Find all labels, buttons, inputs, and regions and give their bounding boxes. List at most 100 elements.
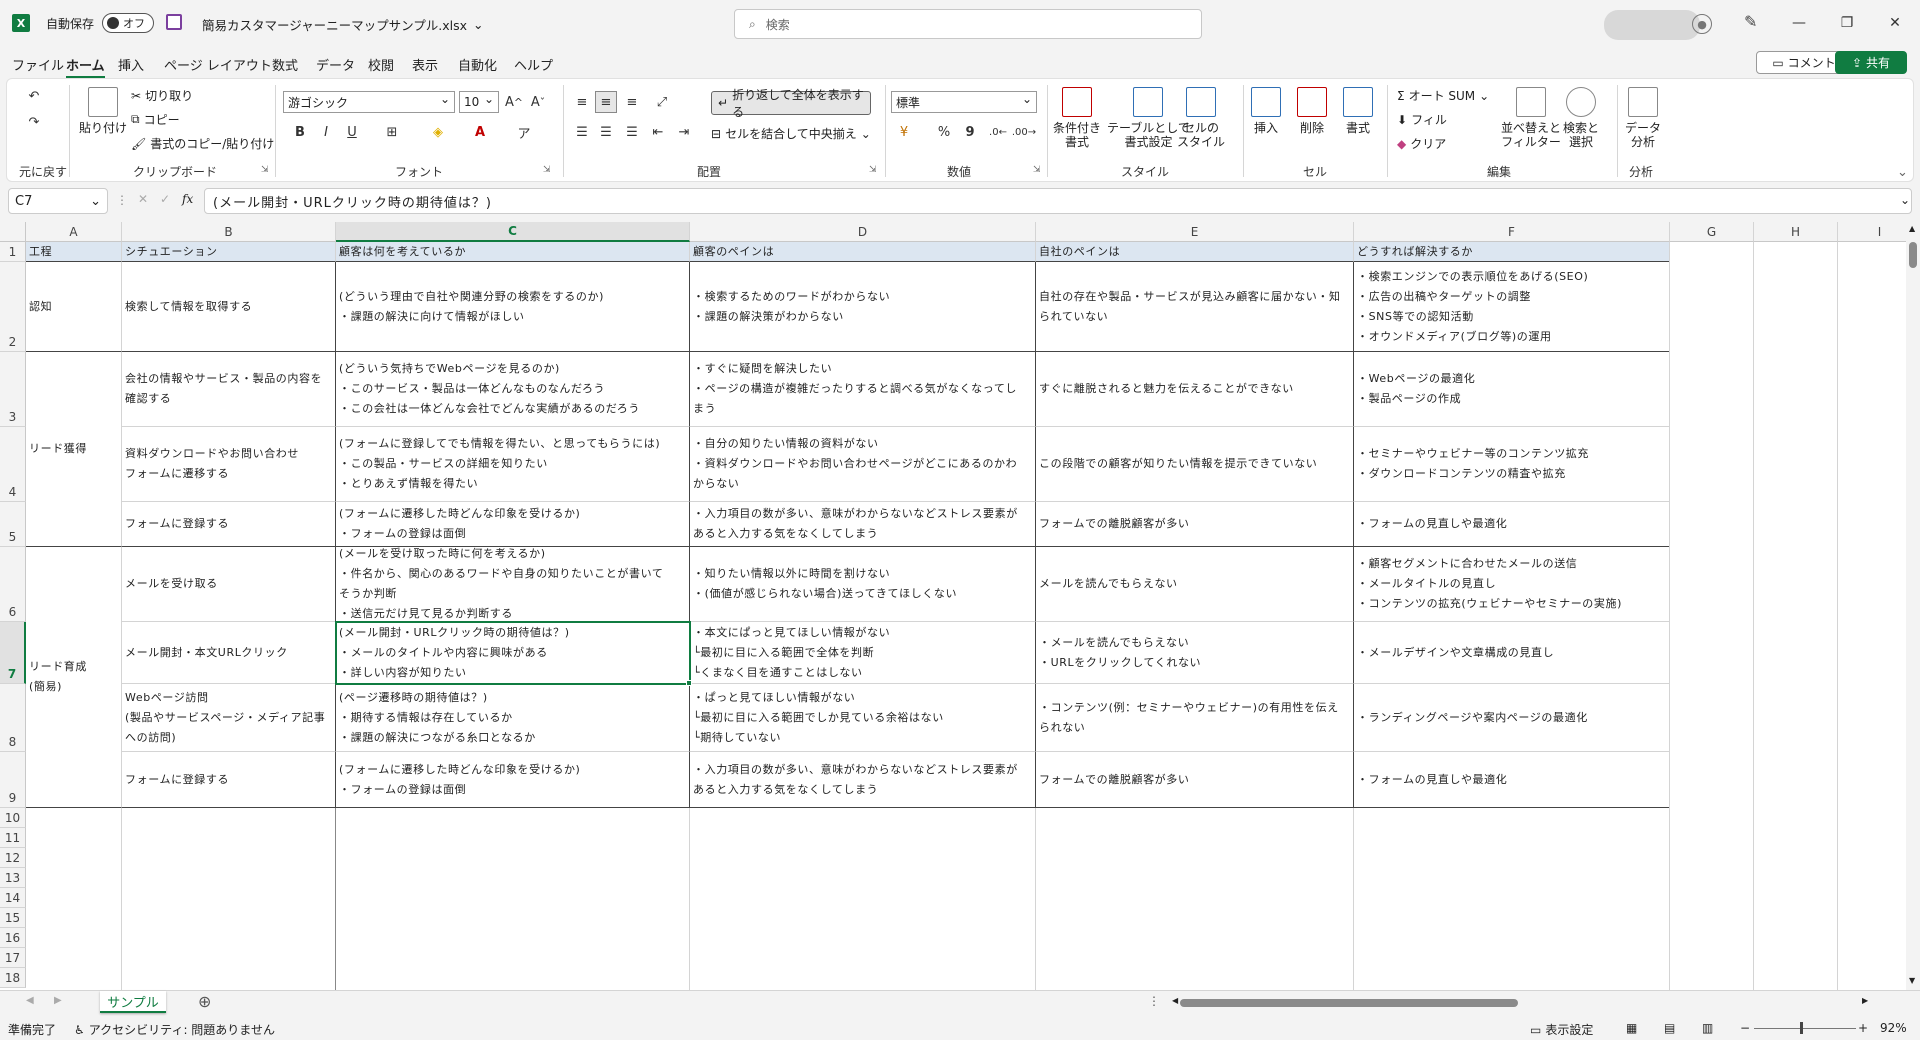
decrease-indent-icon[interactable]: ⇤ xyxy=(647,121,669,143)
row-header-7[interactable]: 7 xyxy=(0,622,26,684)
expand-formula-icon[interactable]: ⌄ xyxy=(1900,193,1910,207)
scroll-down-icon[interactable]: ▼ xyxy=(1909,976,1915,985)
menu-view[interactable]: 表示 xyxy=(412,55,438,74)
format-cells-button[interactable]: 書式 xyxy=(1343,87,1373,135)
stage-lead-nurturing[interactable]: リード育成 (簡易) xyxy=(26,547,122,808)
merge-center-button[interactable]: ⊟ セルを結合して中央揃え ⌄ xyxy=(711,125,871,142)
autosave-toggle[interactable]: オフ xyxy=(102,13,154,33)
decrease-decimal-icon[interactable]: .00→ xyxy=(1012,121,1036,143)
company-pain-cell[interactable]: すぐに離脱されると魅力を伝えることができない xyxy=(1036,352,1354,427)
font-name-select[interactable]: 游ゴシック xyxy=(283,91,455,113)
customer-thoughts-cell[interactable]: (どういう理由で自社や関連分野の検索をするのか) ・課題の解決に向けて情報がほし… xyxy=(336,262,690,352)
solution-cell[interactable]: ・顧客セグメントに合わせたメールの送信 ・メールタイトルの見直し ・コンテンツの… xyxy=(1354,547,1670,622)
increase-font-icon[interactable]: A ^ xyxy=(503,91,525,113)
redo-icon[interactable]: ↷ xyxy=(23,111,45,133)
company-pain-cell[interactable]: この段階での顧客が知りたい情報を提示できていない xyxy=(1036,427,1354,502)
scroll-up-icon[interactable]: ▲ xyxy=(1909,224,1915,233)
column-header-d[interactable]: D xyxy=(690,222,1036,242)
file-name[interactable]: 簡易カスタマージャーニーマップサンプル.xlsx ⌄ xyxy=(202,15,484,34)
header-cell-stage[interactable]: 工程 xyxy=(26,242,122,262)
situation-cell[interactable]: 資料ダウンロードやお問い合わせ フォームに遷移する xyxy=(122,427,336,502)
solution-cell[interactable]: ・メールデザインや文章構成の見直し xyxy=(1354,622,1670,684)
customer-pain-cell[interactable]: ・ぱっと見てほしい情報がない └最初に目に入る範囲でしか見ている余裕はない └期… xyxy=(690,684,1036,752)
column-header-a[interactable]: A xyxy=(26,222,122,242)
customer-pain-cell[interactable]: ・自分の知りたい情報の資料がない ・資料ダウンロードやお問い合わせページがどこに… xyxy=(690,427,1036,502)
row-header-18[interactable]: 18 xyxy=(0,968,26,988)
clear-button[interactable]: ◆ クリア xyxy=(1397,135,1446,152)
customer-thoughts-cell[interactable]: (フォームに登録してでも情報を得たい、と思ってもらうには) ・この製品・サービス… xyxy=(336,427,690,502)
copy-button[interactable]: ⧉ コピー xyxy=(131,111,180,128)
company-pain-cell[interactable]: 自社の存在や製品・サービスが見込み顧客に届かない・知 られていない xyxy=(1036,262,1354,352)
align-center-icon[interactable]: ☰ xyxy=(595,121,617,143)
situation-cell[interactable]: フォームに登録する xyxy=(122,502,336,547)
dialog-launcher-icon[interactable]: ⇲ xyxy=(1033,165,1041,175)
display-settings-button[interactable]: ▭ 表示設定 xyxy=(1530,1021,1593,1038)
conditional-formatting-button[interactable]: 条件付き 書式 xyxy=(1053,87,1101,149)
company-pain-cell[interactable]: メールを読んでもらえない xyxy=(1036,547,1354,622)
row-header-13[interactable]: 13 xyxy=(0,868,26,888)
customer-pain-cell[interactable]: ・検索するためのワードがわからない ・課題の解決策がわからない xyxy=(690,262,1036,352)
customer-pain-cell[interactable]: ・知りたい情報以外に時間を割けない ・(価値が感じられない場合)送ってきてほしく… xyxy=(690,547,1036,622)
add-sheet-icon[interactable]: ⊕ xyxy=(198,992,211,1011)
cut-button[interactable]: ✂ 切り取り xyxy=(131,87,193,104)
column-header-h[interactable]: H xyxy=(1754,222,1838,242)
close-button[interactable]: ✕ xyxy=(1872,8,1918,38)
situation-cell[interactable]: 検索して情報を取得する xyxy=(122,262,336,352)
header-cell-situation[interactable]: シチュエーション xyxy=(122,242,336,262)
row-header-16[interactable]: 16 xyxy=(0,928,26,948)
row-header-11[interactable]: 11 xyxy=(0,828,26,848)
more-icon[interactable]: ⋮ xyxy=(1148,994,1160,1008)
column-header-g[interactable]: G xyxy=(1670,222,1754,242)
menu-formulas[interactable]: 数式 xyxy=(272,55,298,74)
worksheet-grid[interactable]: A B C D E F G H I 1 2 3 4 5 6 7 8 9 10 1… xyxy=(0,222,1906,990)
solution-cell[interactable]: ・セミナーやウェビナー等のコンテンツ拡充 ・ダウンロードコンテンツの精査や拡充 xyxy=(1354,427,1670,502)
scroll-right-icon[interactable]: ▶ xyxy=(1862,996,1868,1005)
currency-icon[interactable]: ¥ xyxy=(893,121,915,143)
menu-review[interactable]: 校閲 xyxy=(368,55,394,74)
menu-data[interactable]: データ xyxy=(316,55,355,74)
phonetic-icon[interactable]: ア xyxy=(513,121,535,143)
horizontal-scrollbar[interactable]: ◀ ▶ xyxy=(1172,996,1872,1007)
row-header-10[interactable]: 10 xyxy=(0,808,26,828)
font-size-select[interactable]: 10 xyxy=(459,91,499,113)
menu-page-layout[interactable]: ページ レイアウト xyxy=(164,55,272,74)
dialog-launcher-icon[interactable]: ⇲ xyxy=(543,165,551,175)
cancel-icon[interactable]: ✕ xyxy=(138,192,148,206)
customer-pain-cell[interactable]: ・入力項目の数が多い、意味がわからないなどストレス要素が あると入力する気をなく… xyxy=(690,502,1036,547)
restore-button[interactable]: ❐ xyxy=(1824,8,1870,38)
border-icon[interactable]: ⊞ xyxy=(381,121,403,143)
align-top-icon[interactable]: ≡ xyxy=(571,91,593,113)
data-analysis-button[interactable]: データ 分析 xyxy=(1625,87,1661,149)
prev-sheet-icon[interactable]: ◀ xyxy=(26,995,34,1006)
accessibility-status[interactable]: ♿ アクセシビリティ: 問題ありません xyxy=(74,1021,275,1038)
percent-button[interactable]: % xyxy=(933,121,955,143)
zoom-slider-thumb[interactable] xyxy=(1800,1022,1803,1034)
save-icon[interactable] xyxy=(166,14,182,30)
sort-filter-button[interactable]: 並べ替えと フィルター xyxy=(1501,87,1561,149)
decrease-font-icon[interactable]: Aˇ xyxy=(527,91,549,113)
page-layout-view-icon[interactable]: ▤ xyxy=(1664,1021,1675,1035)
next-sheet-icon[interactable]: ▶ xyxy=(54,995,62,1006)
menu-file[interactable]: ファイル xyxy=(12,55,64,74)
delete-cells-button[interactable]: 削除 xyxy=(1297,87,1327,135)
customer-thoughts-cell[interactable]: (フォームに遷移した時どんな印象を受けるか) ・フォームの登録は面倒 xyxy=(336,752,690,808)
format-painter-button[interactable]: 🖌 書式のコピー/貼り付け xyxy=(131,135,274,152)
horizontal-scroll-thumb[interactable] xyxy=(1180,999,1518,1007)
vertical-scroll-thumb[interactable] xyxy=(1909,242,1917,268)
zoom-out-icon[interactable]: − xyxy=(1740,1021,1750,1035)
row-header-8[interactable]: 8 xyxy=(0,684,26,752)
zoom-level[interactable]: 92% xyxy=(1880,1021,1907,1035)
number-format-select[interactable]: 標準 xyxy=(891,91,1037,113)
increase-indent-icon[interactable]: ⇥ xyxy=(673,121,695,143)
align-bottom-icon[interactable]: ≡ xyxy=(621,91,643,113)
column-header-b[interactable]: B xyxy=(122,222,336,242)
increase-decimal-icon[interactable]: .0← xyxy=(987,121,1009,143)
customer-thoughts-cell[interactable]: (メールを受け取った時に何を考えるか) ・件名から、関心のあるワードや自身の知り… xyxy=(336,547,690,622)
header-cell-customer-pain[interactable]: 顧客のペインは xyxy=(690,242,1036,262)
page-break-view-icon[interactable]: ▥ xyxy=(1702,1021,1713,1035)
company-pain-cell[interactable]: ・メールを読んでもらえない ・URLをクリックしてくれない xyxy=(1036,622,1354,684)
autosum-button[interactable]: Σ オート SUM ⌄ xyxy=(1397,87,1489,104)
orientation-icon[interactable]: ⤢ xyxy=(651,91,673,113)
column-header-f[interactable]: F xyxy=(1354,222,1670,242)
pen-icon[interactable]: ✎ xyxy=(1744,12,1757,31)
